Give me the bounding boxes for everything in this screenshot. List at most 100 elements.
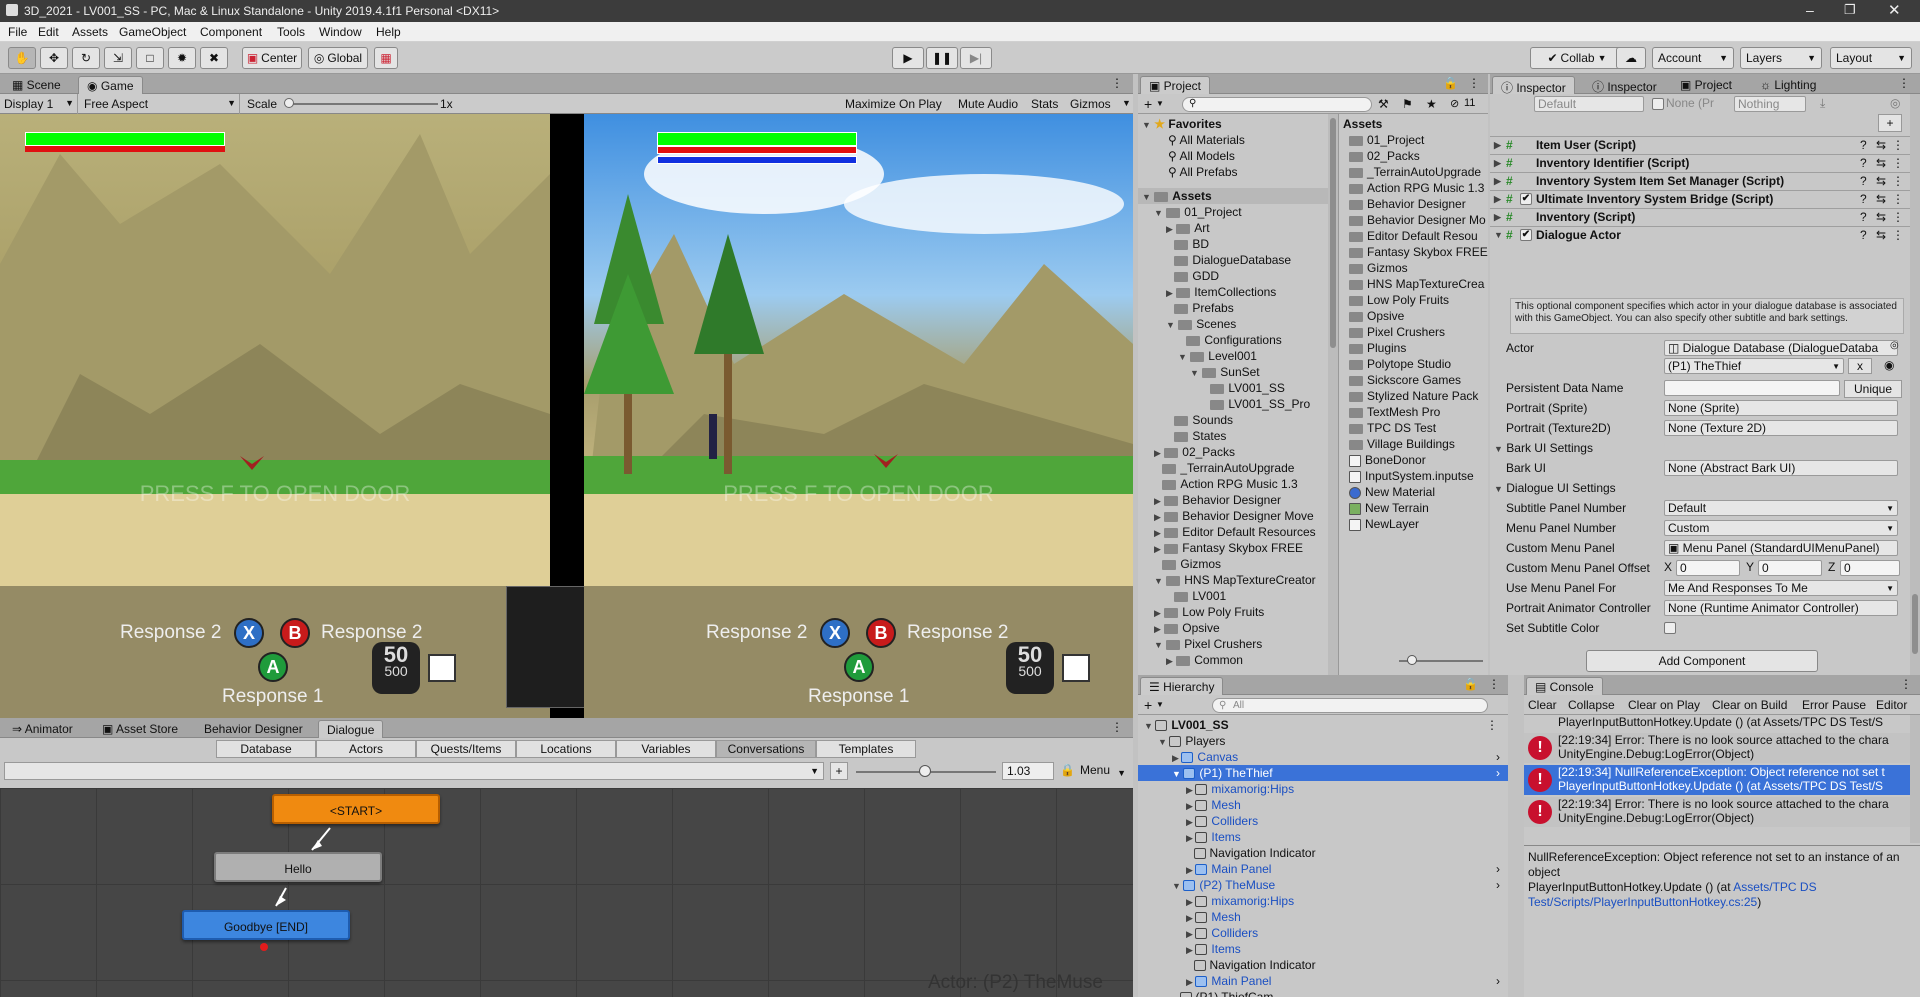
tree-item[interactable]: GDD xyxy=(1166,268,1219,284)
console-scrollbar[interactable] xyxy=(1910,715,1920,843)
tree-item[interactable]: ▼ 01_Project xyxy=(1154,204,1242,220)
hierarchy-item[interactable]: ▶ Canvas › xyxy=(1138,749,1508,765)
help-icon[interactable]: ? xyxy=(1860,137,1867,154)
hidden-packages-icon[interactable]: ⊘ xyxy=(1450,97,1459,110)
kebab-icon[interactable]: ⋮ xyxy=(1892,227,1904,244)
asset-item[interactable]: InputSystem.inputse xyxy=(1349,468,1474,484)
tab-database[interactable]: Database xyxy=(216,740,316,758)
actor-dropdown[interactable]: (P1) TheThief ▼ xyxy=(1664,358,1844,374)
spacer[interactable] xyxy=(1202,384,1207,394)
chevron-down-icon[interactable]: ▼ xyxy=(1154,208,1163,218)
chevron-down-icon[interactable]: ▼ xyxy=(1166,320,1175,330)
settings-icon[interactable]: ⇆ xyxy=(1876,137,1886,154)
clear-button[interactable]: Clear xyxy=(1528,698,1557,712)
favorite-all-models[interactable]: ⚲ All Models xyxy=(1168,148,1235,164)
favorite-all-prefabs[interactable]: ⚲ All Prefabs xyxy=(1168,164,1238,180)
left-response-1[interactable]: Response 1 xyxy=(222,686,323,708)
menu-file[interactable]: File xyxy=(8,25,27,39)
kebab-icon[interactable]: ⋮ xyxy=(1111,76,1123,90)
hand-tool-icon[interactable]: ✋ xyxy=(8,47,36,69)
tree-item[interactable]: DialogueDatabase xyxy=(1166,252,1291,268)
tree-item[interactable]: LV001_SS xyxy=(1202,380,1285,396)
chevron-right-icon[interactable]: ▶ xyxy=(1494,155,1501,172)
chevron-right-icon[interactable]: ▶ xyxy=(1166,656,1173,666)
hierarchy-item[interactable]: ▶ Main Panel › xyxy=(1138,861,1508,877)
tree-item[interactable]: ▼ Pixel Crushers xyxy=(1154,636,1262,652)
favorite-icon[interactable]: ★ xyxy=(1426,97,1437,111)
kebab-icon[interactable]: ⋮ xyxy=(1468,76,1480,90)
asset-item[interactable]: TPC DS Test xyxy=(1349,420,1436,436)
tree-item[interactable]: ▼ Level001 xyxy=(1178,348,1257,364)
chevron-right-icon[interactable]: ▶ xyxy=(1186,913,1195,923)
nothing-dropdown[interactable]: Nothing xyxy=(1734,96,1806,112)
prefab-open-icon[interactable]: › xyxy=(1496,749,1500,765)
none-field[interactable]: None (Pr xyxy=(1646,96,1730,112)
asset-item[interactable]: Village Buildings xyxy=(1349,436,1455,452)
persistent-data-input[interactable] xyxy=(1664,380,1840,396)
asset-item[interactable]: Pixel Crushers xyxy=(1349,324,1445,340)
rect-tool-icon[interactable]: □ xyxy=(136,47,164,69)
asset-item[interactable]: Low Poly Fruits xyxy=(1349,292,1449,308)
clear-on-play-button[interactable]: Clear on Play xyxy=(1628,698,1700,712)
tab-console[interactable]: ▤ Console xyxy=(1526,677,1603,695)
subtitle-panel-dropdown[interactable]: Default ▼ xyxy=(1664,500,1898,516)
asset-item[interactable]: _TerrainAutoUpgrade xyxy=(1349,164,1481,180)
help-icon[interactable]: ? xyxy=(1860,191,1867,208)
hierarchy-search-input[interactable]: ⚲ All xyxy=(1212,698,1488,713)
project-search-input[interactable]: ⚲ xyxy=(1182,97,1372,112)
kebab-icon[interactable]: ⋮ xyxy=(1892,155,1904,172)
spacer[interactable] xyxy=(1166,256,1171,266)
chevron-right-icon[interactable]: ▶ xyxy=(1186,945,1195,955)
chevron-right-icon[interactable]: ▶ xyxy=(1154,496,1161,506)
settings-icon[interactable]: ⇆ xyxy=(1876,173,1886,190)
hierarchy-item[interactable]: ▶ Items xyxy=(1138,829,1508,845)
tree-item[interactable]: BD xyxy=(1166,236,1209,252)
tree-item[interactable]: Action RPG Music 1.3 xyxy=(1154,476,1298,492)
chevron-right-icon[interactable]: ▶ xyxy=(1186,977,1195,987)
tab-locations[interactable]: Locations xyxy=(516,740,616,758)
tab-scene[interactable]: ▦ Scene xyxy=(4,76,69,94)
tab-variables[interactable]: Variables xyxy=(616,740,716,758)
custom-tool-icon[interactable]: ✖ xyxy=(200,47,228,69)
tree-item[interactable]: ▼ Scenes xyxy=(1166,316,1236,332)
spacer[interactable] xyxy=(1154,480,1159,490)
kebab-icon[interactable]: ⋮ xyxy=(1892,209,1904,226)
editor-dropdown[interactable]: Editor xyxy=(1876,698,1907,712)
tree-item[interactable]: ▶ 02_Packs xyxy=(1154,444,1235,460)
prefab-open-icon[interactable]: › xyxy=(1496,973,1500,989)
menu-window[interactable]: Window xyxy=(319,25,362,39)
component-header[interactable]: ▶ # ✔ Ultimate Inventory System Bridge (Scr… xyxy=(1490,190,1910,208)
tree-item[interactable]: ▼ HNS MapTextureCreator xyxy=(1154,572,1316,588)
console-entry[interactable]: ! [22:19:34] NullReferenceException: Obje… xyxy=(1524,765,1910,795)
radio-icon[interactable]: ◉ xyxy=(1884,358,1894,372)
transform-tool-icon[interactable]: ✹ xyxy=(168,47,196,69)
chevron-down-icon[interactable]: ▼ xyxy=(1156,99,1164,108)
step-button[interactable]: ▶| xyxy=(960,47,992,69)
settings-icon[interactable]: ⇆ xyxy=(1876,191,1886,208)
chevron-down-icon[interactable]: ▼ xyxy=(1154,576,1163,586)
spacer[interactable] xyxy=(1166,416,1171,426)
tab-hierarchy[interactable]: ☰ Hierarchy xyxy=(1140,677,1224,695)
target-icon[interactable]: ◎ xyxy=(1890,96,1900,110)
kebab-icon[interactable]: ⋮ xyxy=(1900,677,1912,691)
offset-y-input[interactable]: 0 xyxy=(1758,560,1822,576)
inspector-scrollbar[interactable] xyxy=(1910,94,1920,675)
display-dropdown[interactable]: Display 1 ▼ xyxy=(0,94,78,114)
tab-asset-store[interactable]: ▣ Asset Store xyxy=(94,720,186,738)
rotate-tool-icon[interactable]: ↻ xyxy=(72,47,100,69)
maximize-on-play-toggle[interactable]: Maximize On Play xyxy=(845,97,942,111)
menu-panel-dropdown[interactable]: Custom ▼ xyxy=(1664,520,1898,536)
hierarchy-item[interactable]: ▼ (P1) TheThief › xyxy=(1138,765,1508,781)
hierarchy-item[interactable]: Navigation Indicator xyxy=(1138,957,1508,973)
collab-button[interactable]: ✔ Collab ▼ xyxy=(1530,47,1624,69)
chevron-down-icon[interactable]: ▼ xyxy=(1122,98,1131,108)
enabled-checkbox[interactable]: ✔ xyxy=(1520,193,1532,205)
zoom-slider-thumb[interactable] xyxy=(919,765,931,777)
prefab-open-icon[interactable]: › xyxy=(1496,861,1500,877)
tab-behavior-designer[interactable]: Behavior Designer xyxy=(196,720,311,738)
chevron-right-icon[interactable]: ▶ xyxy=(1494,191,1501,208)
node-hello[interactable]: Hello xyxy=(214,852,382,882)
asset-item[interactable]: Plugins xyxy=(1349,340,1406,356)
account-dropdown[interactable]: Account ▼ xyxy=(1652,47,1734,69)
spacer[interactable] xyxy=(1186,961,1194,971)
